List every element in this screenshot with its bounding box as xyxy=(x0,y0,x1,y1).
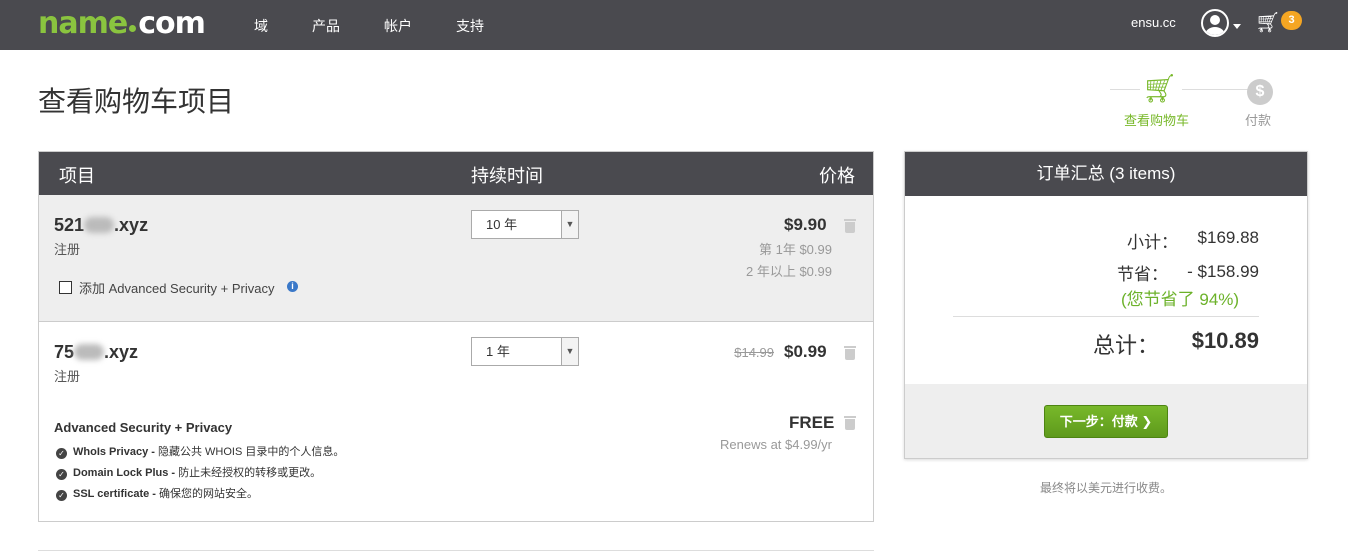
redacted-blur xyxy=(84,217,115,233)
cart-row: 521 .xyz 注册 10 年 ▼ $9.90 第 1年 $0.99 2 年以上… xyxy=(39,195,873,322)
original-price: $14.99 xyxy=(734,345,774,360)
divider xyxy=(38,550,874,551)
cart-count-badge[interactable]: 3 xyxy=(1281,11,1302,30)
item-price: $0.99 xyxy=(784,342,827,361)
logo-dot xyxy=(129,25,137,32)
step-connector xyxy=(1110,89,1140,90)
item-type: 注册 xyxy=(54,369,81,384)
addon-price: FREE xyxy=(789,413,835,432)
addon-renewal-note: Renews at $4.99/yr xyxy=(719,437,832,452)
nav-support[interactable]: 支持 xyxy=(456,16,484,36)
page-title: 查看购物车项目 xyxy=(38,85,235,118)
next-payment-button[interactable]: 下一步：付款 ❯ xyxy=(1044,405,1168,438)
user-name[interactable]: ensu.cc xyxy=(1131,15,1176,30)
chevron-down-icon[interactable] xyxy=(1233,24,1241,29)
domain-name: 521 .xyz xyxy=(54,215,149,235)
step-connector xyxy=(1182,89,1250,90)
cart-table: 项目 持续时间 价格 521 .xyz 注册 10 年 ▼ $9.90 第 1年 … xyxy=(38,151,874,522)
item-type: 注册 xyxy=(54,242,81,257)
summary-title: 订单汇总 (3 items) xyxy=(905,152,1307,196)
check-circle-icon: ✓ xyxy=(56,448,67,459)
cart-table-header: 项目 持续时间 价格 xyxy=(39,152,873,195)
summary-footer: 下一步：付款 ❯ xyxy=(905,384,1307,458)
main-nav: 域 产品 帐户 支持 xyxy=(254,16,528,36)
check-circle-icon: ✓ xyxy=(56,490,67,501)
nav-domains[interactable]: 域 xyxy=(254,16,268,36)
namecom-logo[interactable]: name com xyxy=(38,6,206,41)
col-price: 价格 xyxy=(819,166,855,186)
checkout-steps: 🛒︎ $ 查看购物车 付款 xyxy=(1110,72,1300,132)
redacted-blur xyxy=(74,344,105,360)
savings-percent: (您节省了 94%) xyxy=(1121,290,1240,309)
cart-icon[interactable]: 🛒︎ xyxy=(1255,10,1280,35)
user-avatar-icon[interactable] xyxy=(1201,9,1229,37)
trash-icon[interactable] xyxy=(844,219,856,233)
subtotal-label: 小计： xyxy=(1127,233,1178,252)
chevron-down-icon[interactable]: ▼ xyxy=(561,211,578,238)
feature-item: ✓ Domain Lock Plus - 防止未经授权的转移或更改。 xyxy=(56,464,321,480)
order-summary: 订单汇总 (3 items) 小计： $169.88 节省： - $158.99… xyxy=(904,151,1308,459)
step-review-cart: 查看购物车 xyxy=(1124,113,1190,128)
logo-text-com: com xyxy=(138,6,206,41)
trash-icon[interactable] xyxy=(844,416,856,430)
logo-text-name: name xyxy=(38,6,128,41)
addon-label[interactable]: 添加 Advanced Security + Privacy xyxy=(79,278,274,297)
price-note-renewal: 2 年以上 $0.99 xyxy=(746,264,832,279)
subtotal-value: $169.88 xyxy=(1197,228,1259,247)
duration-select[interactable]: 1 年 ▼ xyxy=(471,337,579,366)
feature-item: ✓ SSL certificate - 确保您的网站安全。 xyxy=(56,485,258,501)
total-label: 总计： xyxy=(1093,333,1160,358)
duration-select[interactable]: 10 年 ▼ xyxy=(471,210,579,239)
currency-note: 最终将以美元进行收费。 xyxy=(1040,481,1173,495)
item-price: $9.90 xyxy=(784,215,827,234)
total-value: $10.89 xyxy=(1191,328,1259,353)
check-circle-icon: ✓ xyxy=(56,469,67,480)
savings-label: 节省： xyxy=(1117,265,1168,284)
nav-account[interactable]: 帐户 xyxy=(384,16,412,36)
cart-step-icon: 🛒︎ xyxy=(1142,73,1178,104)
addon-title: Advanced Security + Privacy xyxy=(54,420,233,435)
col-item: 项目 xyxy=(59,166,95,186)
summary-body: 小计： $169.88 节省： - $158.99 (您节省了 94%) 总计：… xyxy=(905,196,1307,384)
summary-divider xyxy=(953,316,1259,317)
info-icon[interactable]: i xyxy=(287,281,298,292)
payment-step-icon: $ xyxy=(1247,79,1273,105)
savings-value: - $158.99 xyxy=(1187,262,1259,281)
chevron-down-icon[interactable]: ▼ xyxy=(561,338,578,365)
step-payment: 付款 xyxy=(1245,113,1272,128)
feature-item: ✓ WhoIs Privacy - 隐藏公共 WHOIS 目录中的个人信息。 xyxy=(56,443,344,459)
col-duration: 持续时间 xyxy=(471,166,543,186)
price-note-first-year: 第 1年 $0.99 xyxy=(759,242,832,257)
nav-products[interactable]: 产品 xyxy=(312,16,340,36)
trash-icon[interactable] xyxy=(844,346,856,360)
domain-name: 75 .xyz xyxy=(54,342,139,362)
top-navbar: name com 域 产品 帐户 支持 ensu.cc 🛒︎ 3 xyxy=(0,0,1348,50)
addon-checkbox[interactable] xyxy=(59,281,72,294)
